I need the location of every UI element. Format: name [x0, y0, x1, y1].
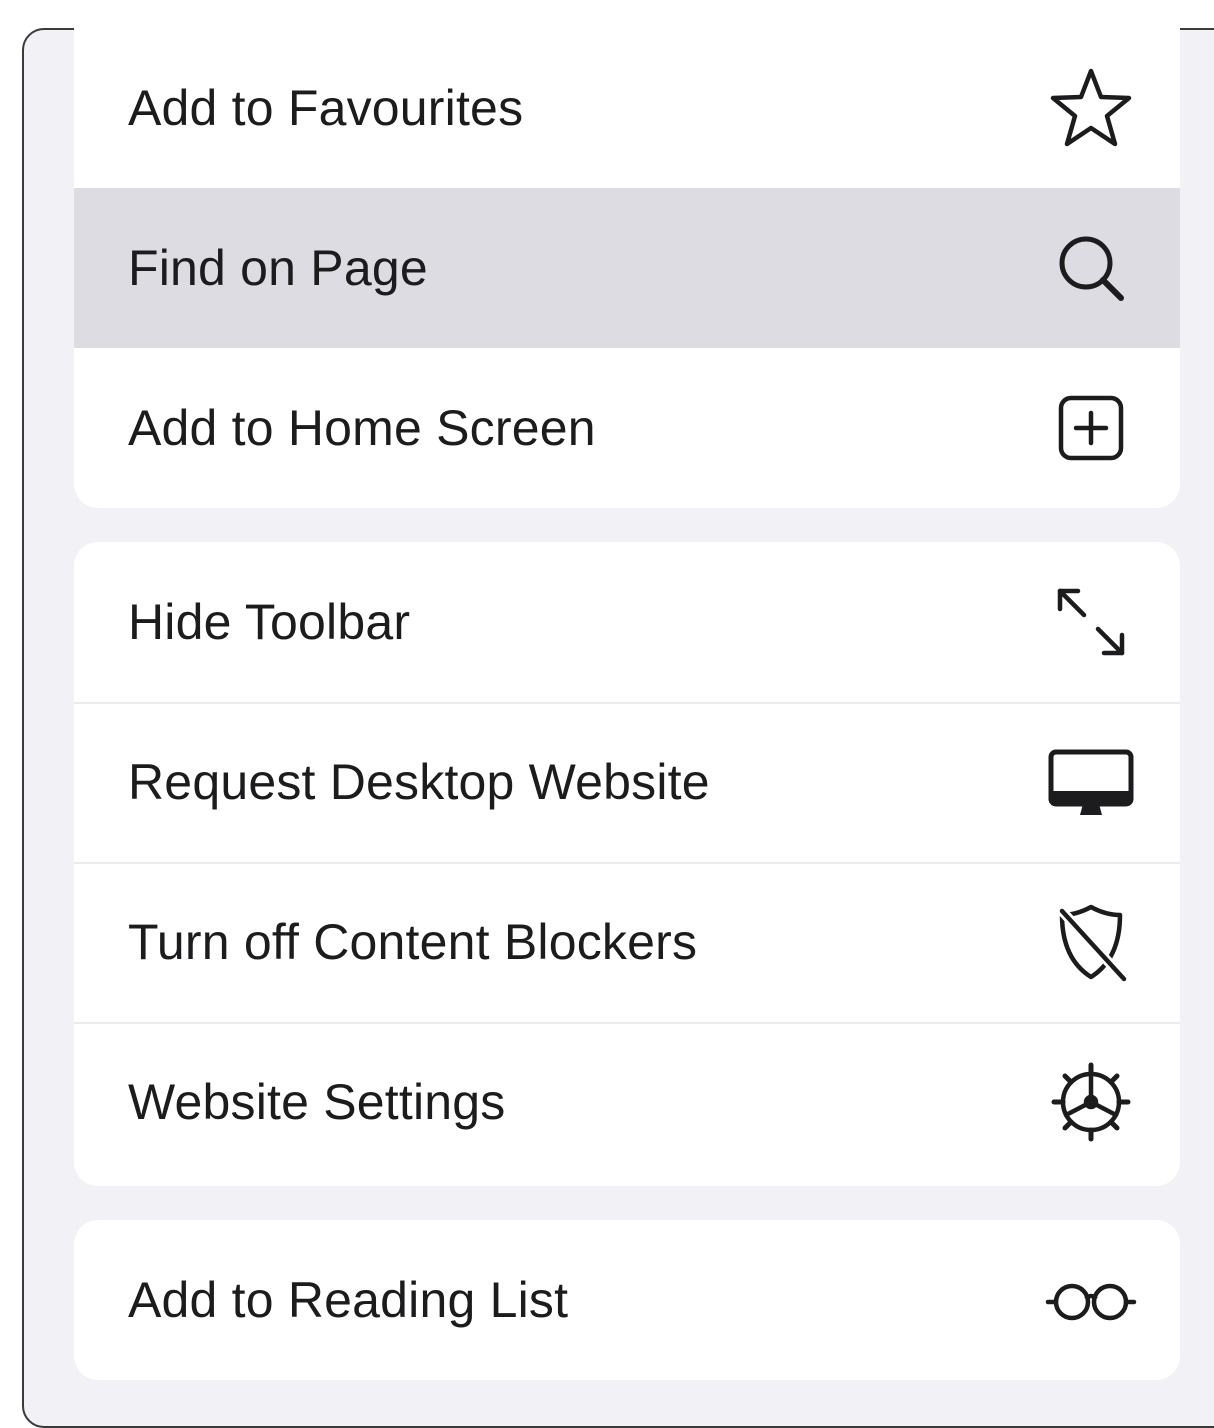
menu-group-reading: Add to Reading List — [74, 1220, 1180, 1380]
desktop-icon — [1046, 737, 1136, 827]
menu-item-label: Turn off Content Blockers — [128, 914, 698, 970]
menu-item-label: Hide Toolbar — [128, 594, 411, 650]
menu-item-website-settings[interactable]: Website Settings — [74, 1022, 1180, 1182]
menu-group-primary: Add to Favourites Find on Page Add to Ho… — [74, 28, 1180, 508]
menu-group-page-options: Hide Toolbar Request Desktop Website Tur… — [74, 542, 1180, 1186]
glasses-icon — [1045, 1255, 1137, 1345]
menu-item-label: Add to Home Screen — [128, 400, 596, 456]
menu-item-find-on-page[interactable]: Find on Page — [74, 188, 1180, 348]
shield-slash-icon — [1046, 897, 1136, 987]
menu-item-hide-toolbar[interactable]: Hide Toolbar — [74, 542, 1180, 702]
menu-item-add-to-home-screen[interactable]: Add to Home Screen — [74, 348, 1180, 508]
menu-item-turn-off-content-blockers[interactable]: Turn off Content Blockers — [74, 862, 1180, 1022]
menu-item-label: Add to Favourites — [128, 80, 524, 136]
gear-icon — [1046, 1057, 1136, 1147]
resize-arrows-icon — [1046, 577, 1136, 667]
plus-square-icon — [1046, 383, 1136, 473]
menu-item-request-desktop-website[interactable]: Request Desktop Website — [74, 702, 1180, 862]
menu-item-label: Add to Reading List — [128, 1272, 569, 1328]
menu-item-add-to-favourites[interactable]: Add to Favourites — [74, 28, 1180, 188]
menu-item-label: Request Desktop Website — [128, 754, 710, 810]
star-icon — [1046, 63, 1136, 153]
search-icon — [1046, 223, 1136, 313]
menu-item-label: Website Settings — [128, 1074, 506, 1130]
menu-item-label: Find on Page — [128, 240, 428, 296]
menu-item-add-to-reading-list[interactable]: Add to Reading List — [74, 1220, 1180, 1380]
